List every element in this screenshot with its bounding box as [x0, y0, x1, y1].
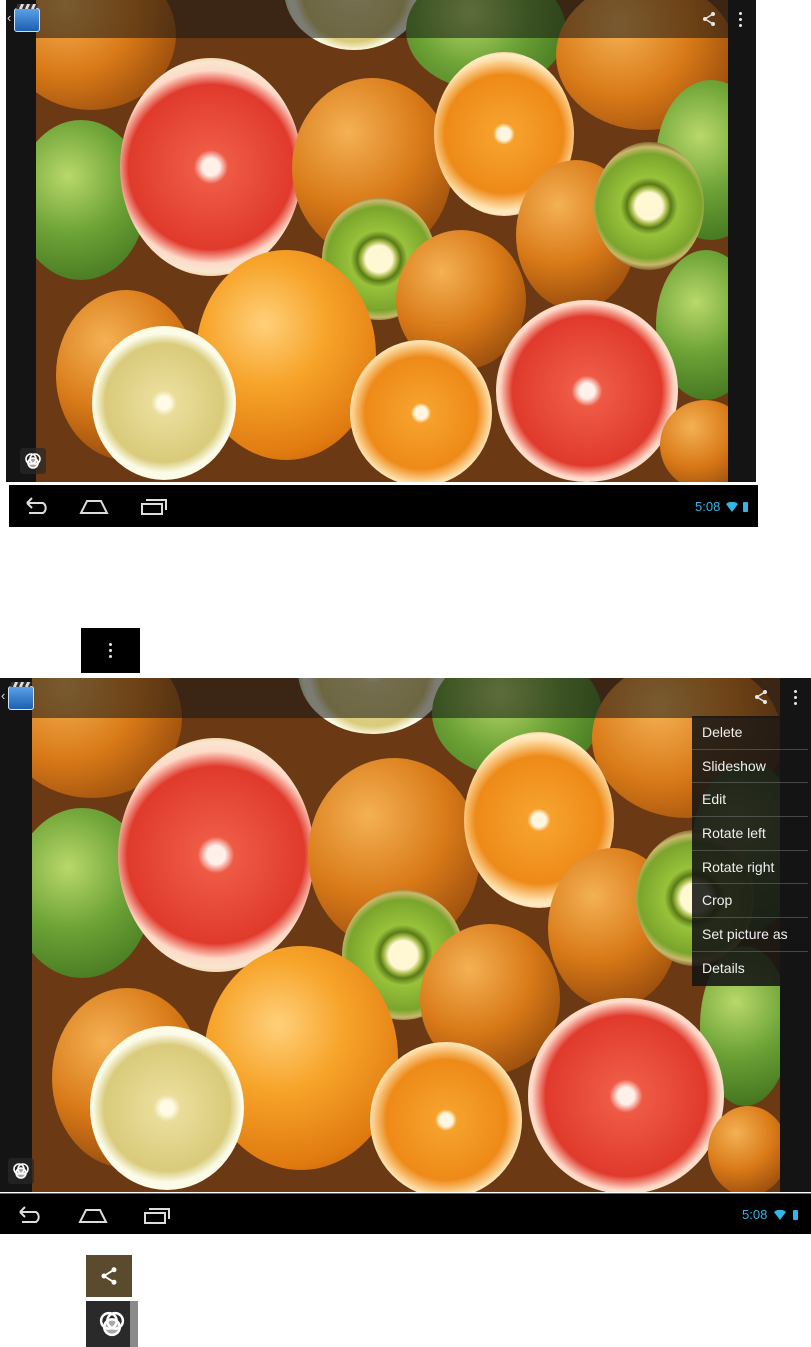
photo-view[interactable] — [36, 0, 728, 482]
system-nav-bar: 5:08 — [0, 1193, 811, 1234]
photo-effects-icon[interactable] — [8, 1158, 34, 1184]
back-icon[interactable] — [23, 497, 53, 520]
wifi-icon — [774, 1210, 786, 1220]
overflow-menu-icon[interactable] — [727, 6, 753, 32]
up-caret-icon[interactable]: ‹ — [1, 688, 5, 703]
photo-view[interactable] — [32, 678, 780, 1192]
battery-icon — [743, 502, 748, 512]
share-icon[interactable] — [748, 684, 774, 710]
back-icon[interactable] — [16, 1206, 46, 1229]
battery-icon — [793, 1210, 798, 1220]
overflow-menu-icon[interactable] — [782, 684, 808, 710]
up-caret-icon[interactable]: ‹ — [7, 10, 11, 25]
menu-item-rotate-right[interactable]: Rotate right — [692, 851, 808, 885]
status-clock: 5:08 — [695, 499, 721, 514]
action-bar: ‹ — [6, 0, 756, 38]
menu-item-edit[interactable]: Edit — [692, 783, 808, 818]
gallery-app-icon[interactable] — [14, 8, 40, 32]
overflow-menu: Delete Slideshow Edit Rotate left Rotate… — [692, 716, 808, 986]
recent-apps-icon[interactable] — [142, 1206, 172, 1229]
share-icon[interactable] — [696, 6, 722, 32]
menu-item-slideshow[interactable]: Slideshow — [692, 750, 808, 784]
recent-apps-icon[interactable] — [139, 497, 169, 520]
share-icon — [86, 1255, 132, 1297]
home-icon[interactable] — [79, 497, 109, 520]
photo-effects-icon[interactable] — [20, 448, 46, 474]
gallery-screenshot-2: ‹ — [0, 678, 811, 1192]
menu-item-delete[interactable]: Delete — [692, 716, 808, 750]
menu-item-set-picture-as[interactable]: Set picture as — [692, 918, 808, 952]
menu-item-rotate-left[interactable]: Rotate left — [692, 817, 808, 851]
photo-effects-icon — [86, 1301, 138, 1347]
menu-item-details[interactable]: Details — [692, 952, 808, 986]
status-clock: 5:08 — [742, 1207, 768, 1222]
gallery-screenshot-1: ‹ — [6, 0, 756, 482]
menu-item-crop[interactable]: Crop — [692, 884, 808, 919]
gallery-app-icon[interactable] — [8, 686, 34, 710]
action-bar: ‹ — [0, 678, 811, 718]
overflow-menu-icon — [81, 628, 140, 673]
home-icon[interactable] — [78, 1206, 108, 1229]
system-nav-bar: 5:08 — [9, 485, 758, 527]
wifi-icon — [726, 502, 738, 512]
